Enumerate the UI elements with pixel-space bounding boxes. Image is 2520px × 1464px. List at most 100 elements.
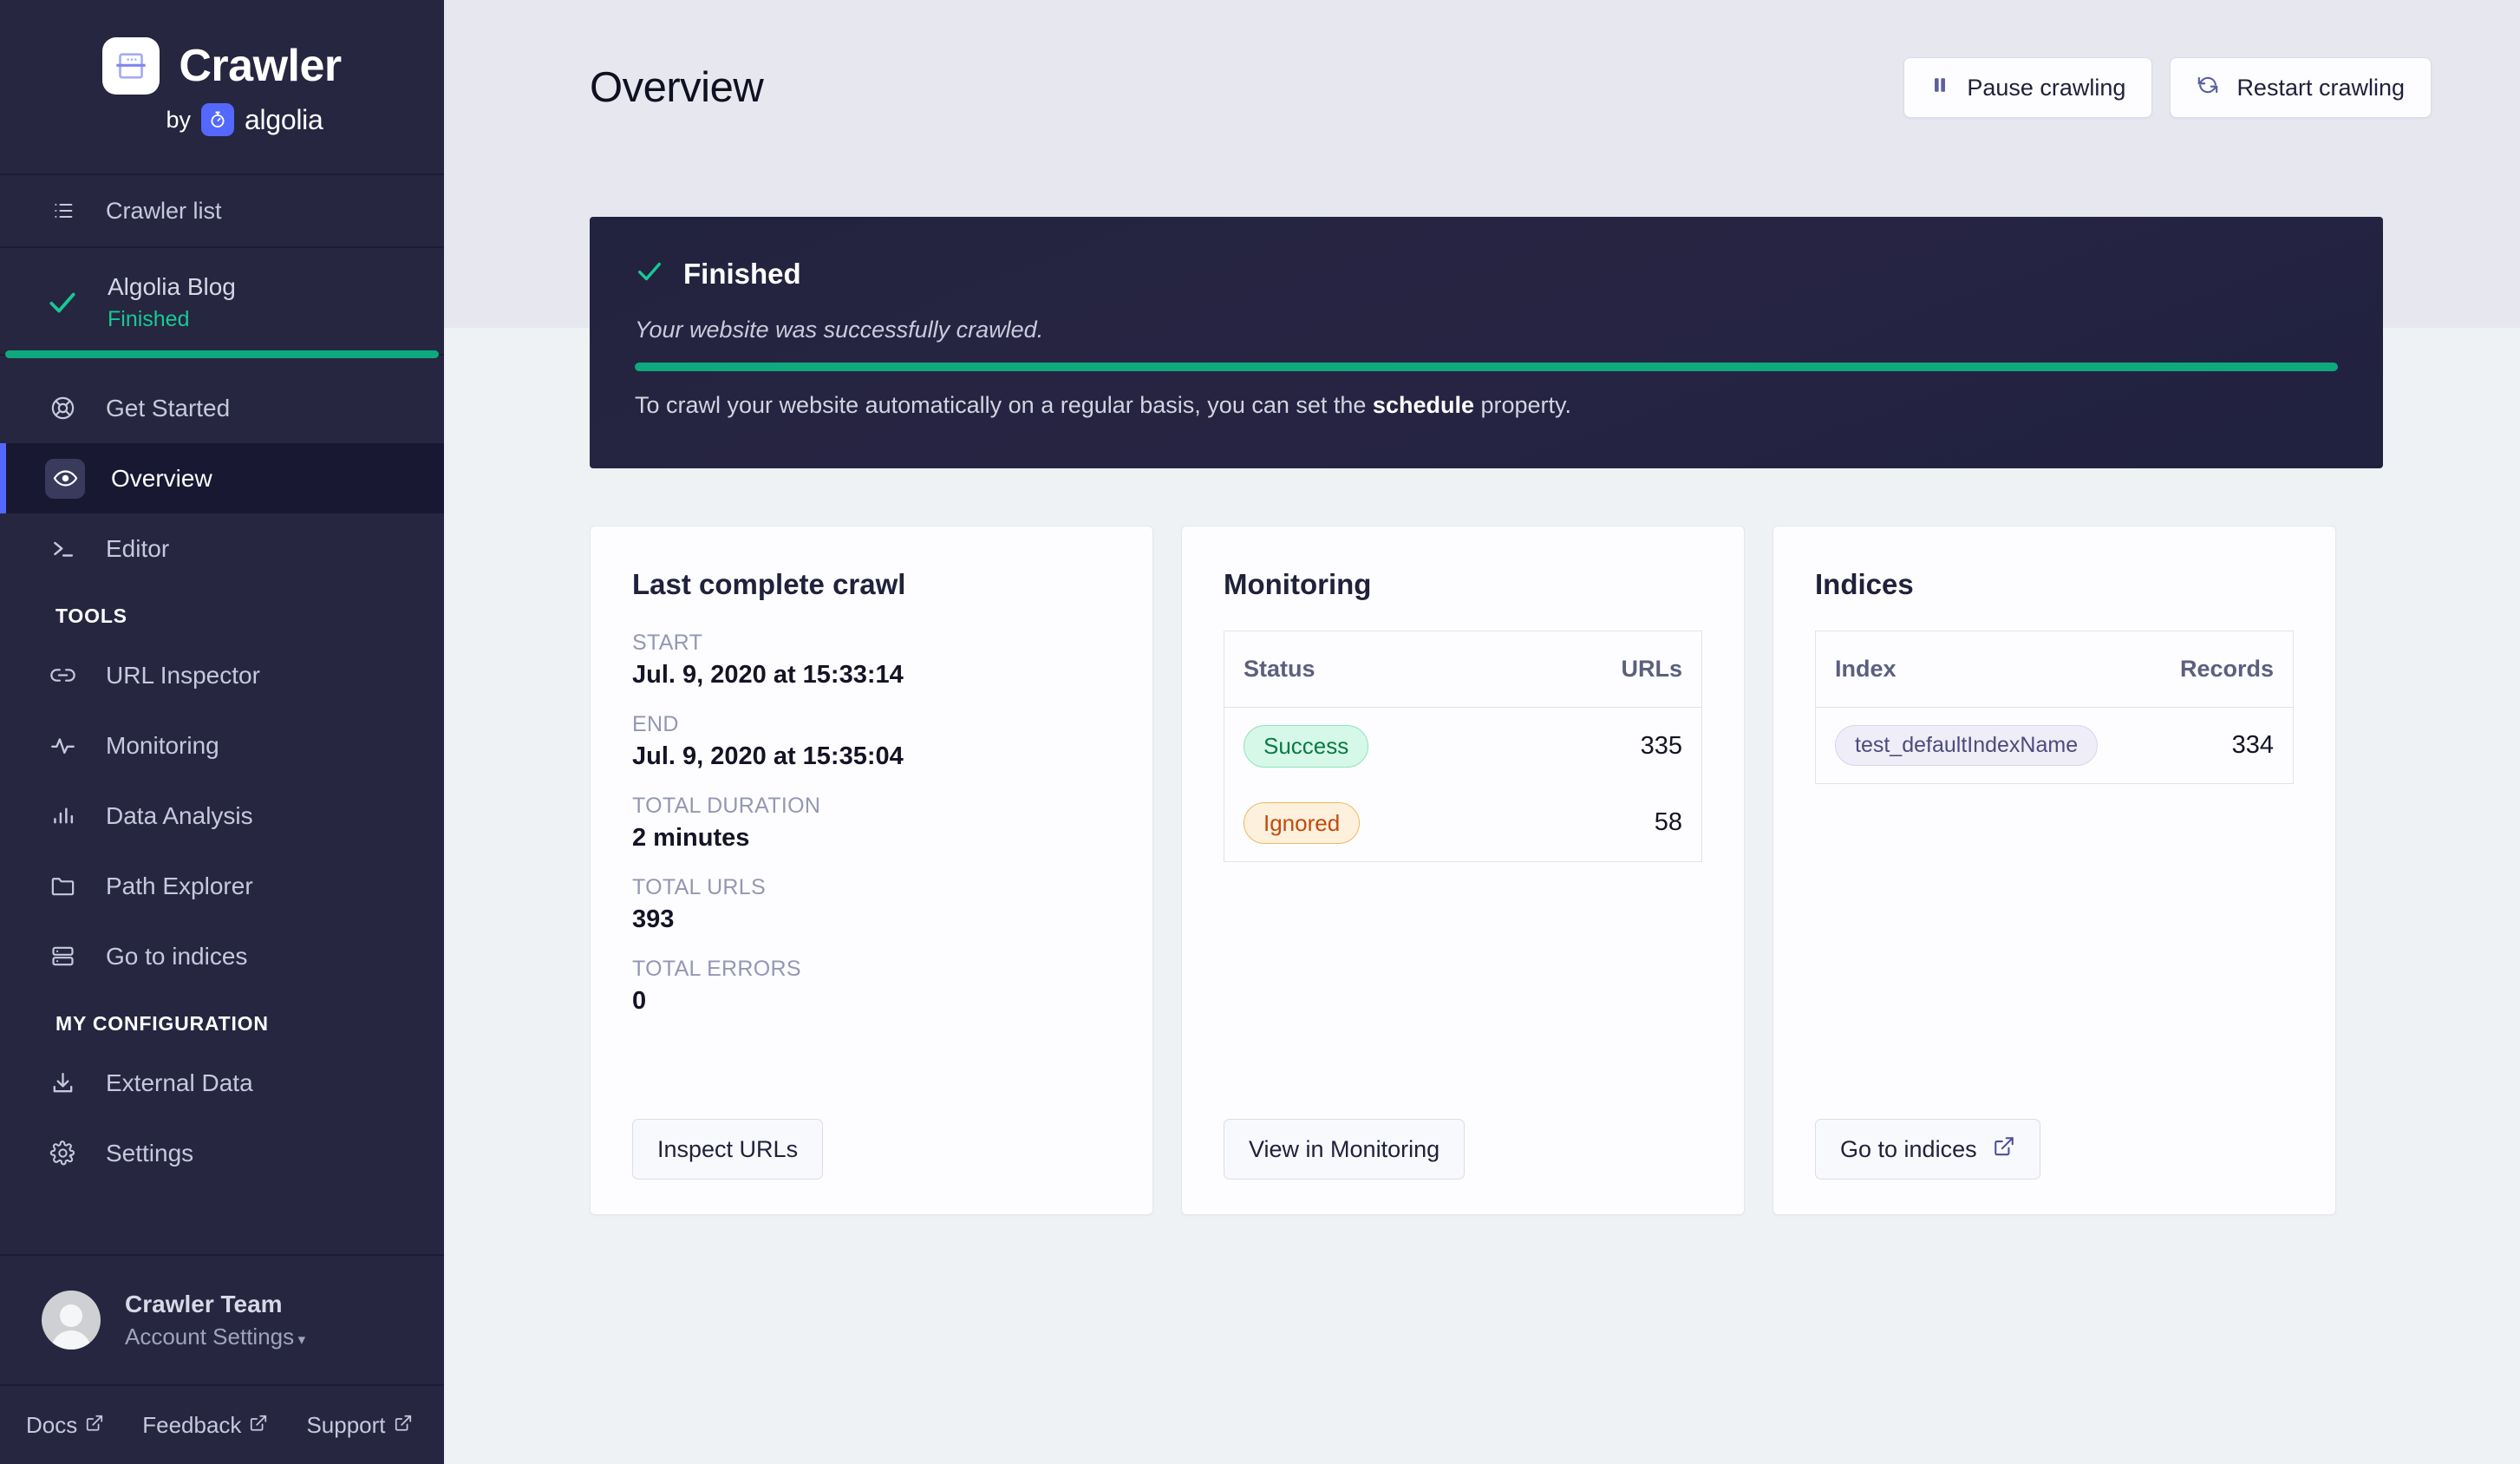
sidebar-item-label: Get Started	[106, 394, 231, 422]
bar-chart-icon	[45, 802, 80, 829]
banner-progress-bar	[635, 363, 2338, 371]
urls-count-ignored: 58	[1654, 808, 1682, 837]
footer-link-label: Docs	[26, 1411, 78, 1438]
brand-header[interactable]: Crawler by algolia	[0, 0, 444, 175]
account-name: Crawler Team	[125, 1291, 283, 1318]
account-settings-label: Account Settings	[125, 1323, 295, 1350]
go-to-indices-button[interactable]: Go to indices	[1815, 1119, 2040, 1180]
column-header-status: Status	[1224, 631, 1521, 708]
banner-note-after: property.	[1473, 392, 1572, 418]
view-in-monitoring-button[interactable]: View in Monitoring	[1224, 1119, 1466, 1180]
card-title: Last complete crawl	[632, 568, 906, 600]
field-value-total-urls: 393	[632, 905, 675, 933]
sidebar-item-url-inspector[interactable]: URL Inspector	[0, 640, 444, 710]
restart-crawling-label: Restart crawling	[2236, 74, 2405, 101]
sidebar-item-get-started[interactable]: Get Started	[0, 373, 444, 443]
table-row: Ignored 58	[1224, 785, 1702, 862]
field-value-total-duration: 2 minutes	[632, 824, 750, 852]
check-icon	[635, 257, 664, 291]
footer-link-feedback[interactable]: Feedback	[142, 1412, 268, 1439]
eye-icon	[45, 458, 85, 499]
go-to-indices-label: Go to indices	[1840, 1135, 1977, 1162]
field-label-end: END	[632, 712, 679, 736]
page-header: Overview Pause crawling Restart crawling	[444, 0, 2520, 175]
banner-status-label: Finished	[683, 257, 801, 290]
sidebar-item-data-analysis[interactable]: Data Analysis	[0, 781, 444, 851]
records-count: 334	[2231, 731, 2274, 760]
algolia-stopwatch-icon	[201, 103, 235, 136]
sidebar-item-monitoring[interactable]: Monitoring	[0, 710, 444, 781]
current-crawler-name: Algolia Blog	[108, 273, 236, 300]
sidebar-item-overview[interactable]: Overview	[0, 443, 444, 514]
external-link-icon	[394, 1412, 413, 1439]
algolia-wordmark: algolia	[245, 103, 323, 135]
footer-link-docs[interactable]: Docs	[26, 1412, 104, 1439]
footer-link-label: Feedback	[142, 1411, 242, 1438]
download-icon	[45, 1069, 80, 1096]
sidebar: Crawler by algolia Crawler list Algolia …	[0, 0, 444, 1464]
chevron-down-icon: ▾	[297, 1331, 306, 1349]
brand-by-label: by	[166, 106, 192, 133]
restart-crawling-button[interactable]: Restart crawling	[2170, 57, 2432, 118]
table-header-row: Index Records	[1815, 631, 2294, 708]
table-header-row: Status URLs	[1224, 631, 1702, 708]
sidebar-item-label: URL Inspector	[106, 661, 260, 689]
lifebuoy-icon	[45, 395, 80, 422]
sidebar-item-path-explorer[interactable]: Path Explorer	[0, 851, 444, 921]
footer-link-support[interactable]: Support	[306, 1412, 412, 1439]
gear-icon	[45, 1140, 80, 1167]
brand-subtitle: by algolia	[166, 103, 323, 136]
current-crawler-status: Finished	[108, 306, 190, 331]
card-title: Monitoring	[1224, 568, 1372, 600]
app-root: Crawler by algolia Crawler list Algolia …	[0, 0, 2520, 1464]
page-title: Overview	[590, 64, 764, 111]
card-title: Indices	[1815, 568, 1914, 600]
brand-top: Crawler	[102, 37, 342, 95]
account-text: Crawler Team Account Settings ▾	[125, 1287, 305, 1353]
column-header-records: Records	[2147, 631, 2294, 708]
schedule-link[interactable]: schedule	[1373, 392, 1474, 418]
column-header-urls: URLs	[1520, 631, 1702, 708]
status-badge-success: Success	[1244, 725, 1369, 768]
inspect-urls-button[interactable]: Inspect URLs	[632, 1119, 824, 1180]
sidebar-menu: Get Started Overview Editor TOOLS URL In…	[0, 356, 444, 1188]
cards-row: Last complete crawl START Jul. 9, 2020 a…	[590, 526, 2336, 1215]
external-link-icon	[85, 1412, 104, 1439]
list-icon	[50, 198, 76, 224]
sidebar-item-label: Settings	[106, 1139, 194, 1167]
sidebar-heading-my-configuration: MY CONFIGURATION	[55, 1012, 269, 1036]
pause-icon	[1930, 75, 1949, 101]
sidebar-item-label: Overview	[111, 464, 212, 492]
folder-icon	[45, 873, 80, 899]
current-crawler-inner: Algolia Blog Finished	[0, 271, 444, 335]
sidebar-item-external-data[interactable]: External Data	[0, 1048, 444, 1118]
banner-message: Your website was successfully crawled.	[635, 317, 1044, 343]
inspect-urls-label: Inspect URLs	[657, 1135, 799, 1162]
current-crawler-card[interactable]: Algolia Blog Finished	[0, 248, 444, 359]
brand-name: Crawler	[179, 41, 342, 91]
indices-table: Index Records test_defaultIndexName 334	[1815, 631, 2294, 785]
pause-crawling-label: Pause crawling	[1967, 74, 2126, 101]
refresh-icon	[2197, 74, 2219, 102]
field-label-total-duration: TOTAL DURATION	[632, 794, 821, 818]
card-indices: Indices Index Records test_defaultIndexN…	[1772, 526, 2336, 1215]
sidebar-item-label: Path Explorer	[106, 872, 253, 899]
urls-count-success: 335	[1640, 731, 1682, 760]
link-icon	[45, 662, 80, 689]
sidebar-item-label: Editor	[106, 534, 170, 562]
account-settings-row[interactable]: Crawler Team Account Settings ▾	[0, 1254, 444, 1386]
sidebar-item-go-to-indices[interactable]: Go to indices	[0, 921, 444, 991]
sidebar-item-label: Go to indices	[106, 942, 248, 970]
sidebar-item-label: External Data	[106, 1069, 253, 1096]
sidebar-item-settings[interactable]: Settings	[0, 1118, 444, 1188]
sidebar-item-crawler-list[interactable]: Crawler list	[0, 175, 444, 248]
sidebar-item-editor[interactable]: Editor	[0, 513, 444, 584]
status-badge-ignored: Ignored	[1244, 801, 1361, 844]
pause-crawling-button[interactable]: Pause crawling	[1903, 57, 2153, 118]
monitoring-table: Status URLs Success 335 Ignored 58	[1224, 631, 1702, 862]
activity-icon	[45, 732, 80, 759]
header-actions: Pause crawling Restart crawling	[1903, 57, 2432, 118]
field-value-total-errors: 0	[632, 987, 647, 1015]
external-link-icon	[249, 1412, 268, 1439]
index-name-badge: test_defaultIndexName	[1835, 725, 2099, 767]
